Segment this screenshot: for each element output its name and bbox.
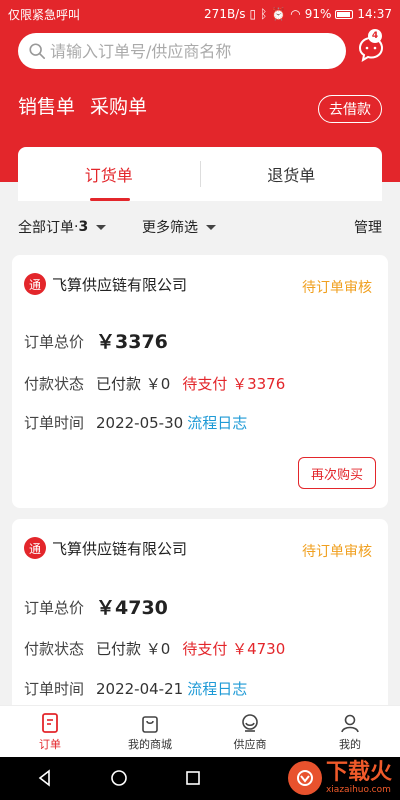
vibrate-icon: ▯ [249,7,257,21]
chevron-down-icon [206,224,216,230]
alarm-icon: ⏰ [271,7,287,21]
unpaid-amount: 待支付 ￥3376 [182,375,286,393]
process-log-link[interactable]: 流程日志 [187,414,247,432]
nav-profile[interactable]: 我的 [300,706,400,757]
status-badge: 待订单审核 [302,544,372,560]
manage-button[interactable]: 管理 [354,217,382,237]
nav-shop[interactable]: 我的商城 [100,706,200,757]
chevron-down-icon [96,224,107,230]
home-icon[interactable] [110,769,128,787]
bluetooth-icon: ᛒ [260,7,268,21]
watermark: 下载火 xiazaihuo.com [287,760,392,795]
order-date: 2022-04-21 [96,680,184,698]
watermark-logo-icon [287,761,322,795]
battery-icon [335,9,354,19]
total-label: 订单总价 [24,333,85,351]
system-nav-bar: 下载火 xiazaihuo.com [0,757,400,800]
nav-supplier-label: 供应商 [233,738,267,751]
paid-amount: 已付款 ￥0 [96,375,171,393]
profile-icon [341,714,359,733]
wifi-icon: ◠ [290,7,301,21]
order-date: 2022-05-30 [96,414,184,432]
order-icon [42,713,58,733]
unpaid-amount: 待支付 ￥4730 [182,640,286,658]
search-icon [29,43,46,60]
more-filters[interactable]: 更多筛选 [142,217,216,237]
order-time-label: 订单时间 [24,680,85,698]
nav-order-label: 订单 [39,738,61,751]
nav-order[interactable]: 订单 [0,706,100,757]
supplier-logo: 通 [24,273,46,295]
status-badge: 待订单审核 [302,280,372,296]
borrow-button[interactable]: 去借款 [318,95,382,123]
message-badge: 4 [368,29,382,43]
clock: 14:37 [357,7,392,21]
subtab-bar: 订货单 退货单 [18,147,382,201]
all-orders-count: 3 [78,219,89,235]
all-orders-filter[interactable]: 全部订单 · 3 [18,217,107,237]
status-bar: 仅限紧急呼叫 271B/s ▯ ᛒ ⏰ ◠ 91% 14:37 [0,0,400,28]
recent-apps-icon[interactable] [184,769,202,787]
search-bar[interactable] [18,33,346,69]
order-time-label: 订单时间 [24,414,85,432]
payment-status-label: 付款状态 [24,640,85,658]
bottom-nav: 订单 我的商城 供应商 我的 [0,705,400,757]
nav-supplier[interactable]: 供应商 [200,706,300,757]
order-total: ￥4730 [96,597,168,619]
process-log-link[interactable]: 流程日志 [187,680,247,698]
watermark-title: 下载火 [325,760,392,785]
tab-sale[interactable]: 销售单 [18,92,75,119]
order-card[interactable]: 通 飞算供应链有限公司 待订单审核 订单总价 ￥3376 付款状态 已付款 ￥0… [12,255,388,508]
tab-purchase[interactable]: 采购单 [90,92,147,119]
shop-bag-icon [142,716,158,733]
watermark-subtitle: xiazaihuo.com [325,785,391,795]
order-total: ￥3376 [96,331,168,353]
back-icon[interactable] [36,769,54,787]
nav-profile-label: 我的 [339,738,361,751]
supplier-name: 飞算供应链有限公司 [52,539,188,558]
rebuy-button[interactable]: 再次购买 [298,457,376,489]
filter-bar: 全部订单 · 3 更多筛选 管理 [0,210,400,244]
total-label: 订单总价 [24,599,85,617]
supplier-icon [242,714,258,732]
nav-shop-label: 我的商城 [128,738,172,751]
tab-return[interactable]: 退货单 [201,147,383,201]
payment-status-label: 付款状态 [24,375,85,393]
paid-amount: 已付款 ￥0 [96,640,171,658]
supplier-name: 飞算供应链有限公司 [52,275,188,294]
order-card[interactable]: 通 飞算供应链有限公司 待订单审核 订单总价 ￥4730 付款状态 已付款 ￥0… [12,519,388,719]
network-speed: 271B/s [204,7,246,21]
carrier-text: 仅限紧急呼叫 [8,7,81,22]
all-orders-label: 全部订单 [18,220,74,236]
search-input[interactable] [50,41,330,61]
battery-percent: 91% [304,7,332,21]
more-filters-label: 更多筛选 [142,220,198,236]
supplier-logo: 通 [24,537,46,559]
tab-order[interactable]: 订货单 [18,147,200,201]
